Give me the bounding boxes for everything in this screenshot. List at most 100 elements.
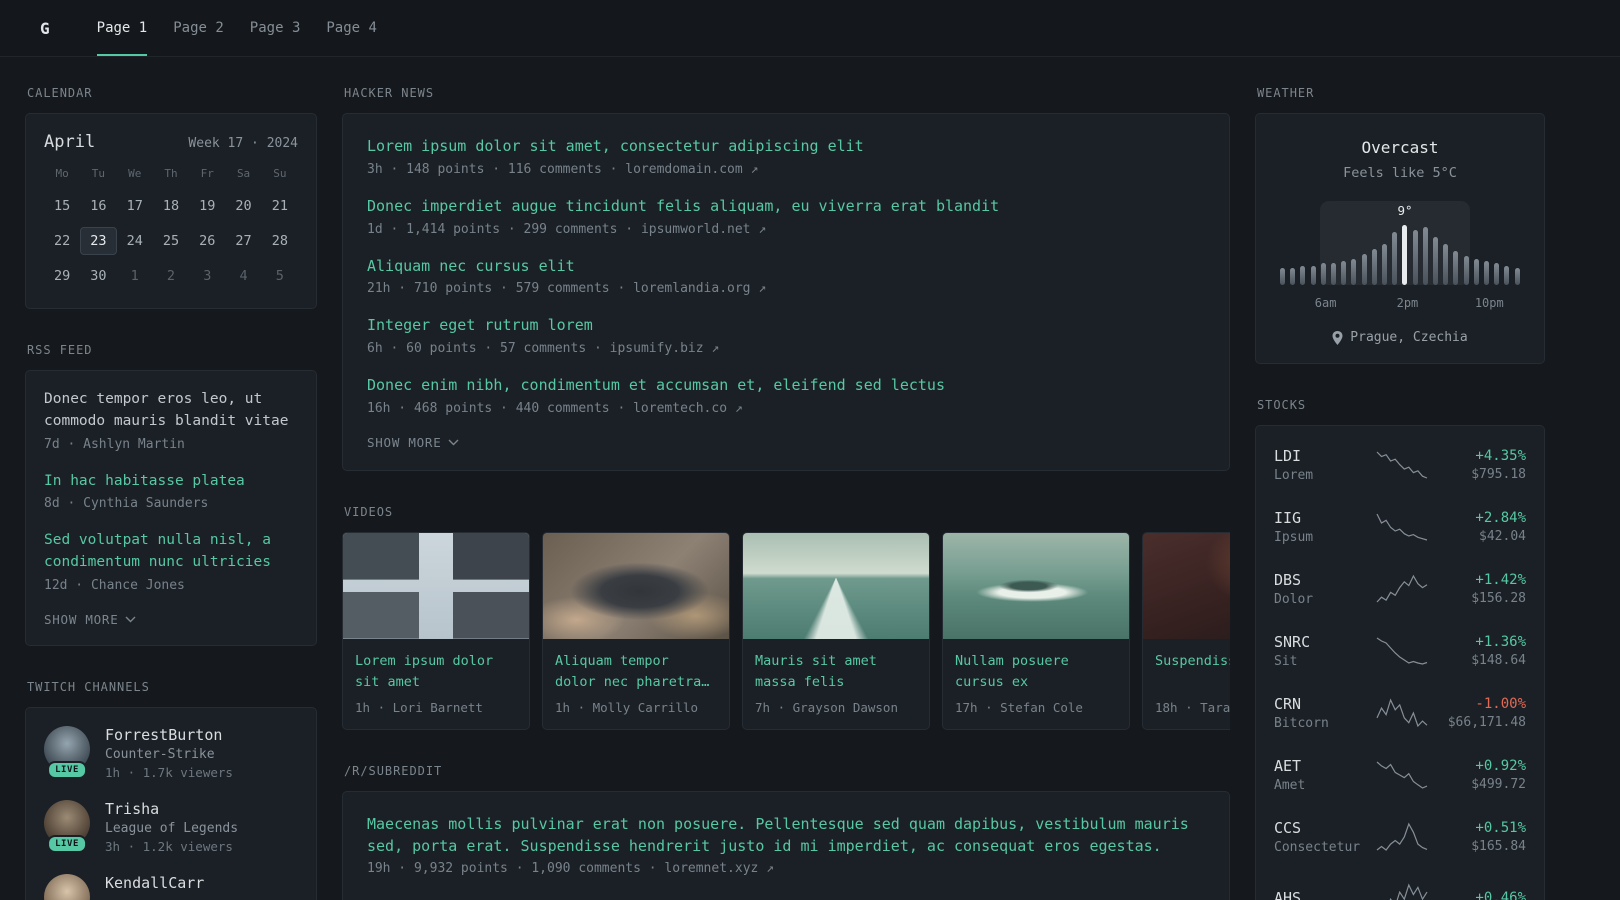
calendar-day: 21 [271,198,288,214]
weather-section-title: WEATHER [1257,86,1315,100]
video-thumbnail[interactable] [1143,532,1230,639]
hn-item-link[interactable]: Donec imperdiet augue tincidunt felis al… [367,196,1205,218]
video-card[interactable]: Mauris sit amet massa felis 7h · Grayson… [742,531,930,730]
video-title-link[interactable]: Aliquam tempor dolor nec pharetra… [555,651,717,694]
stock-row[interactable]: LDI Lorem +4.35% $795.18 [1274,434,1526,496]
hour-label: 10pm [1474,296,1504,310]
rss-item-link[interactable]: Donec tempor eros leo, ut commodo mauris… [44,389,298,433]
hn-item: Lorem ipsum dolor sit amet, consectetur … [367,136,1205,177]
stock-row[interactable]: CRN Bitcorn -1.00% $66,171.48 [1274,682,1526,744]
twitch-channel[interactable]: LIVE Trisha League of Legends 3h · 1.2k … [44,799,298,854]
stock-change: +0.46% [1475,890,1526,900]
video-card[interactable]: Nullam posuere cursus ex 17h · Stefan Co… [942,531,1130,730]
video-thumbnail[interactable] [743,532,929,639]
hn-domain-link[interactable]: loremdomain.com [625,162,742,177]
external-link-icon: ↗ [711,341,720,356]
video-card[interactable]: Suspendisse diam 18h · Tara [1142,531,1230,730]
top-bar: G Page 1 Page 2 Page 3 Page 4 [0,0,1620,57]
rss-item-link[interactable]: In hac habitasse platea [44,471,298,493]
tab-page-3[interactable]: Page 3 [237,0,314,56]
reddit-domain-link[interactable]: loremnet.xyz [664,861,758,876]
stocks-section-title: STOCKS [1257,398,1307,412]
twitch-channel[interactable]: LIVE ForrestBurton Counter-Strike 1h · 1… [44,725,298,780]
hn-item-link[interactable]: Integer eget rutrum lorem [367,315,1205,337]
videos-widget: VIDEOS Lorem ipsum dolor sit amet consec… [342,505,1230,730]
hn-item: Donec enim nibh, condimentum et accumsan… [367,375,1205,416]
stocks-widget: STOCKS LDI Lorem +4.35% $795.18 IIG Ipsu… [1255,398,1545,900]
weather-bar [1290,268,1296,285]
live-badge: LIVE [47,834,87,853]
stock-row[interactable]: SNRC Sit +1.36% $148.64 [1274,620,1526,682]
stock-symbol: CCS [1274,819,1302,837]
middle-column: HACKER NEWS Lorem ipsum dolor sit amet, … [342,86,1230,900]
stock-price: $148.64 [1471,653,1526,668]
stock-row[interactable]: AHS +0.46% [1274,868,1526,900]
hn-item: Integer eget rutrum lorem 6h · 60 points… [367,315,1205,356]
channel-name: Trisha [105,799,160,818]
weather-bar [1341,261,1347,285]
tab-page-1[interactable]: Page 1 [84,0,161,56]
twitch-channel[interactable]: KendallCarr [44,873,298,900]
video-title-link[interactable]: Mauris sit amet massa felis [755,651,917,694]
external-link-icon: ↗ [766,861,774,877]
app-logo[interactable]: G [40,19,50,38]
stock-id: SNRC Sit [1274,633,1366,669]
video-title-link[interactable]: Nullam posuere cursus ex [955,651,1117,694]
location-pin-icon [1332,330,1343,345]
stock-row[interactable]: DBS Dolor +1.42% $156.28 [1274,558,1526,620]
channel-meta: 1h · 1.7k viewers [105,764,233,780]
weather-condition: Overcast [1361,138,1439,157]
stock-symbol: IIG [1274,509,1302,527]
hn-domain-link[interactable]: loremlandia.org [633,281,750,296]
hn-item-link[interactable]: Donec enim nibh, condimentum et accumsan… [367,375,1205,397]
calendar-day: 30 [90,268,107,284]
video-card[interactable]: Aliquam tempor dolor nec pharetra… 1h · … [542,531,730,730]
stock-sparkline [1376,820,1428,854]
stock-values: -1.00% $66,171.48 [1438,696,1526,730]
hn-domain-link[interactable]: ipsumify.biz [610,341,704,356]
tab-page-2[interactable]: Page 2 [160,0,237,56]
hn-domain-link[interactable]: loremtech.co [633,401,727,416]
weather-bar [1443,244,1449,285]
hn-show-more-button[interactable]: SHOW MORE [367,435,1205,450]
calendar-day: 20 [235,198,252,214]
stock-values: +4.35% $795.18 [1438,448,1526,482]
stock-change: -1.00% [1475,696,1526,712]
stock-symbol: LDI [1274,447,1302,465]
calendar-day-next-month: 2 [166,268,176,284]
stock-change: +4.35% [1475,448,1526,464]
stock-row[interactable]: CCS Consectetur +0.51% $165.84 [1274,806,1526,868]
video-card[interactable]: Lorem ipsum dolor sit amet consectetu… 1… [342,531,530,730]
calendar-day: 17 [126,198,143,214]
stock-row[interactable]: AET Amet +0.92% $499.72 [1274,744,1526,806]
video-thumbnail[interactable] [943,532,1129,639]
current-temp-label: 9° [1397,203,1413,218]
video-info: Suspendisse diam 18h · Tara [1143,639,1230,729]
hacker-news-widget: HACKER NEWS Lorem ipsum dolor sit amet, … [342,86,1230,471]
video-thumbnail[interactable] [343,532,529,639]
stock-sparkline [1376,634,1428,668]
stock-price: $156.28 [1471,591,1526,606]
calendar-day: 26 [199,233,216,249]
calendar-grid: Mo Tu We Th Fr Sa Su 15 16 17 18 19 20 2… [44,167,298,290]
hn-item-link[interactable]: Aliquam nec cursus elit [367,256,1205,278]
live-badge: LIVE [47,760,87,779]
stock-name: Ipsum [1274,530,1314,545]
hn-item-link[interactable]: Lorem ipsum dolor sit amet, consectetur … [367,136,1205,158]
video-thumbnail[interactable] [543,532,729,639]
stock-symbol: AET [1274,757,1302,775]
video-title-link[interactable]: Suspendisse diam [1155,651,1230,694]
video-title-link[interactable]: Lorem ipsum dolor sit amet consectetu… [355,651,517,694]
hn-domain-link[interactable]: ipsumworld.net [641,222,751,237]
tab-page-4[interactable]: Page 4 [313,0,390,56]
stock-change: +2.84% [1475,510,1526,526]
video-info: Mauris sit amet massa felis 7h · Grayson… [743,639,929,729]
reddit-post-link[interactable]: Maecenas mollis pulvinar erat non posuer… [367,814,1205,858]
weather-bar [1392,232,1398,285]
stock-row[interactable]: IIG Ipsum +2.84% $42.04 [1274,496,1526,558]
stock-values: +0.92% $499.72 [1438,758,1526,792]
stock-sparkline [1376,572,1428,606]
rss-item-link[interactable]: Sed volutpat nulla nisl, a condimentum n… [44,530,298,574]
calendar-day-next-month: 4 [239,268,248,284]
rss-show-more-button[interactable]: SHOW MORE [44,612,298,627]
